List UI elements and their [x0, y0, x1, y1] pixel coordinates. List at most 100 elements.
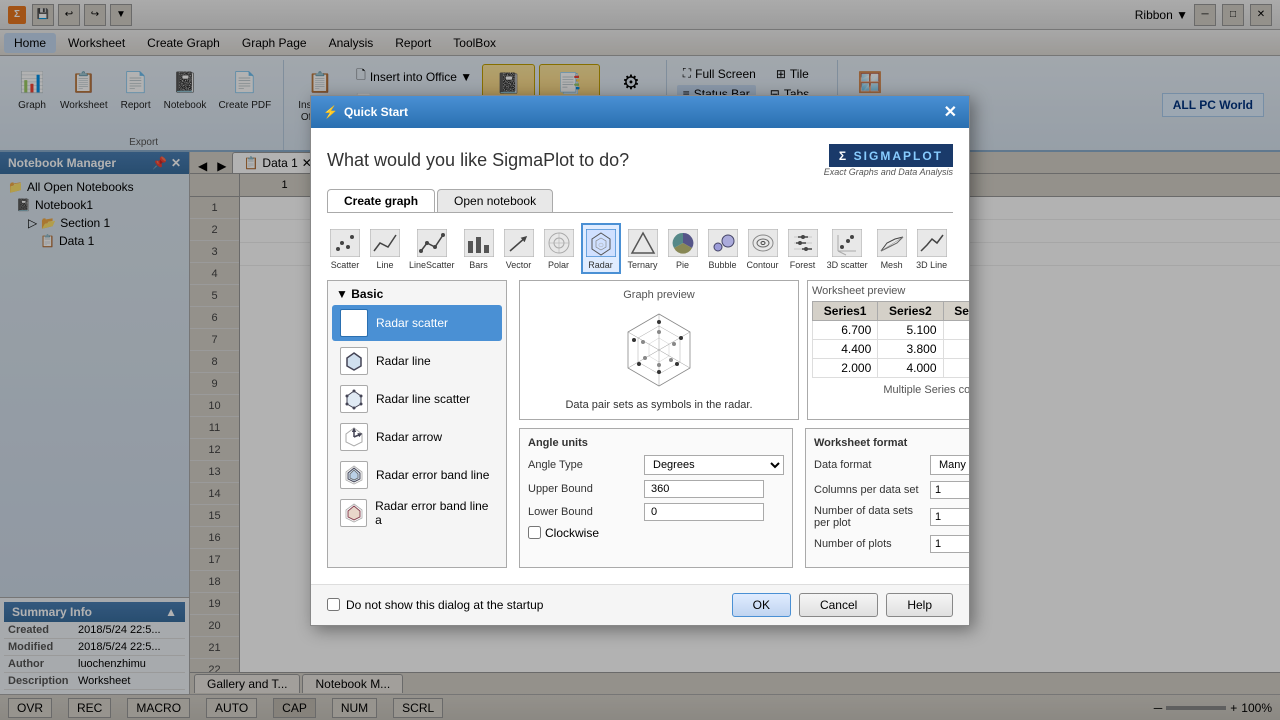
vector-icon — [503, 227, 535, 259]
ws-cell-2-1: 4.400 — [813, 339, 878, 358]
clockwise-field: Clockwise — [528, 526, 784, 540]
ws-cell-1-3: 3.200 — [943, 320, 969, 339]
line-label: Line — [376, 260, 393, 270]
sigma-icon: Σ — [839, 149, 848, 163]
chart-type-bubble[interactable]: Bubble — [705, 225, 741, 272]
chart-type-line[interactable]: Line — [367, 225, 403, 272]
chart-type-mesh[interactable]: Mesh — [874, 225, 910, 272]
ws-preview-row-3: 2.000 4.000 4.500 6.600 — [813, 358, 970, 377]
num-plots-spinner: ▲ ▼ — [930, 534, 969, 554]
subtype-radar-error-band-line[interactable]: Radar error band line — [332, 457, 502, 493]
radar-line-icon — [340, 347, 368, 375]
preview-section: Graph preview — [519, 280, 969, 420]
forest-label: Forest — [790, 260, 816, 270]
num-plots-input[interactable] — [930, 535, 969, 553]
linescatter-label: LineScatter — [409, 260, 455, 270]
quick-start-dialog: ⚡ Quick Start ✕ What would you like Sigm… — [310, 95, 970, 626]
ws-preview-title: Worksheet preview — [812, 285, 969, 297]
polar-icon — [543, 227, 575, 259]
radar-line-scatter-icon — [340, 385, 368, 413]
ternary-icon — [627, 227, 659, 259]
ws-format-title: Worksheet format — [814, 437, 969, 449]
radar-preview-image — [609, 305, 709, 395]
num-datasets-label: Number of data sets per plot — [814, 505, 924, 529]
chart-type-linescatter[interactable]: LineScatter — [407, 225, 457, 272]
chart-type-3dscatter[interactable]: 3D scatter — [825, 225, 870, 272]
columns-per-dataset-field: Columns per data set ▲ ▼ — [814, 480, 969, 500]
do-not-show-checkbox-area: Do not show this dialog at the startup — [327, 598, 543, 612]
chart-type-radar[interactable]: Radar — [581, 223, 621, 274]
upper-bound-label: Upper Bound — [528, 483, 638, 495]
chart-type-forest[interactable]: Forest — [785, 225, 821, 272]
polar-label: Polar — [548, 260, 569, 270]
angle-type-label: Angle Type — [528, 459, 638, 471]
radar-scatter-icon — [340, 309, 368, 337]
dialog-right-panel: Graph preview — [519, 280, 969, 568]
3dscatter-icon — [831, 227, 863, 259]
lower-bound-field: Lower Bound — [528, 503, 784, 521]
chart-subtypes-panel: ▼ Basic Radar scatter Radar line — [327, 280, 507, 568]
ws-preview-note: Multiple Series columns. — [812, 384, 969, 396]
dialog-close-button[interactable]: ✕ — [944, 102, 957, 122]
ok-button[interactable]: OK — [732, 593, 791, 617]
ws-cell-3-3: 4.500 — [943, 358, 969, 377]
do-not-show-checkbox[interactable] — [327, 598, 340, 611]
data-format-select[interactable]: Many Series XY Pair — [930, 455, 969, 475]
chart-type-ternary[interactable]: Ternary — [625, 225, 661, 272]
chart-type-3dline[interactable]: 3D Line — [914, 225, 950, 272]
chart-type-polar[interactable]: Polar — [541, 225, 577, 272]
columns-per-dataset-spinner: ▲ ▼ — [930, 480, 969, 500]
angle-units-title: Angle units — [528, 437, 784, 449]
chart-type-scatter[interactable]: Scatter — [327, 225, 363, 272]
num-datasets-spinner: ▲ ▼ — [930, 507, 969, 527]
subtype-radar-line-scatter[interactable]: Radar line scatter — [332, 381, 502, 417]
data-format-label: Data format — [814, 459, 924, 471]
contour-icon — [747, 227, 779, 259]
ws-cell-1-1: 6.700 — [813, 320, 878, 339]
line-icon — [369, 227, 401, 259]
ws-cell-2-3: 1.000 — [943, 339, 969, 358]
angle-units-group: Angle units Angle Type Degrees Radians U… — [519, 428, 793, 568]
upper-bound-input[interactable] — [644, 480, 764, 498]
ws-cell-2-2: 3.800 — [878, 339, 943, 358]
subtype-radar-line[interactable]: Radar line — [332, 343, 502, 379]
ternary-label: Ternary — [628, 260, 658, 270]
dialog-main: ▼ Basic Radar scatter Radar line — [327, 280, 953, 568]
lower-bound-label: Lower Bound — [528, 506, 638, 518]
columns-per-dataset-input[interactable] — [930, 481, 969, 499]
lower-bound-input[interactable] — [644, 503, 764, 521]
linescatter-icon — [416, 227, 448, 259]
help-button[interactable]: Help — [886, 593, 953, 617]
dialog-heading: What would you like SigmaPlot to do? — [327, 150, 629, 171]
radar-error-band-a-icon — [340, 499, 367, 527]
dialog-header-row: What would you like SigmaPlot to do? Σ S… — [327, 144, 953, 177]
dialog-titlebar: ⚡ Quick Start ✕ — [311, 96, 969, 128]
angle-type-select[interactable]: Degrees Radians — [644, 455, 784, 475]
clockwise-checkbox[interactable] — [528, 526, 541, 539]
num-datasets-input[interactable] — [930, 508, 969, 526]
logo-sub: Exact Graphs and Data Analysis — [824, 167, 953, 177]
worksheet-preview: Worksheet preview Series1 Series2 Series… — [807, 280, 969, 420]
chart-type-vector[interactable]: Vector — [501, 225, 537, 272]
ws-preview-header-row: Series1 Series2 Series3 Series4 — [813, 301, 970, 320]
cancel-button[interactable]: Cancel — [799, 593, 878, 617]
chart-type-bars[interactable]: Bars — [461, 225, 497, 272]
ws-cell-1-2: 5.100 — [878, 320, 943, 339]
tab-create-graph[interactable]: Create graph — [327, 189, 435, 212]
graph-preview: Graph preview — [519, 280, 799, 420]
subtype-radar-error-band-line-a[interactable]: Radar error band line a — [332, 495, 502, 531]
mesh-label: Mesh — [881, 260, 903, 270]
basic-category: ▼ Basic — [332, 285, 502, 303]
subtype-radar-arrow[interactable]: Radar arrow — [332, 419, 502, 455]
graph-preview-description: Data pair sets as symbols in the radar. — [565, 399, 752, 411]
chart-type-contour[interactable]: Contour — [745, 225, 781, 272]
tab-open-notebook[interactable]: Open notebook — [437, 189, 553, 212]
logo-sigmaplot-text: SIGMAPLOT — [854, 149, 943, 163]
bubble-label: Bubble — [709, 260, 737, 270]
chart-type-pie[interactable]: Pie — [665, 225, 701, 272]
chart-types-row: Scatter Line LineScatter — [327, 223, 953, 274]
3dscatter-label: 3D scatter — [827, 260, 868, 270]
bars-icon — [463, 227, 495, 259]
subtype-radar-scatter[interactable]: Radar scatter — [332, 305, 502, 341]
upper-bound-field: Upper Bound — [528, 480, 784, 498]
